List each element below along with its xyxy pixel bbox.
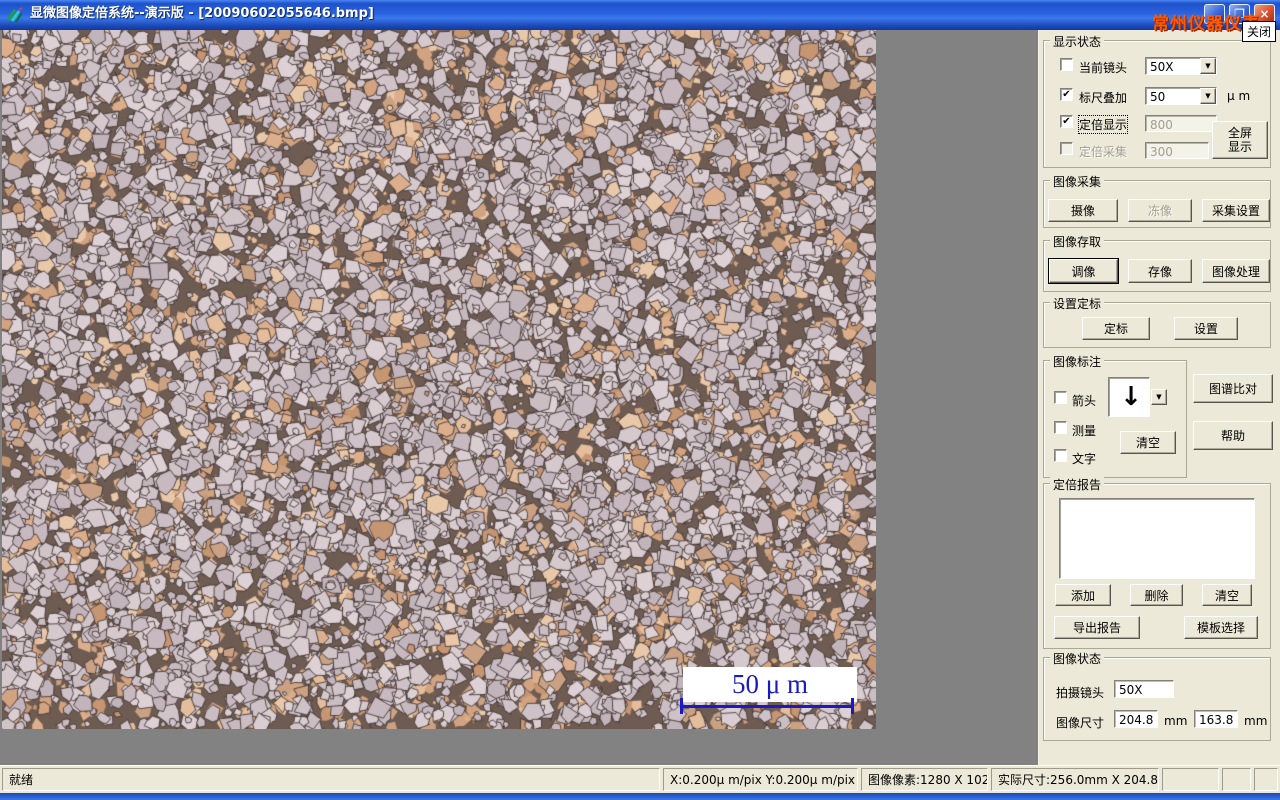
group-title: 图像采集 xyxy=(1050,173,1105,190)
fullscreen-label-line1: 全屏 xyxy=(1227,126,1252,140)
annotation-group: 图像标注 箭头 ↓ ▼ 测量 文字 清空 xyxy=(1043,353,1187,478)
control-panel: 显示状态 当前镜头 50X ▼ ✔ 标尺叠加 50 ▼ μ m ✔ 定倍显示 8… xyxy=(1038,30,1280,765)
atlas-compare-button[interactable]: 图谱比对 xyxy=(1193,374,1273,403)
status-panel-empty xyxy=(1222,768,1251,791)
image-capture-group: 图像采集 摄像 冻像 采集设置 xyxy=(1043,173,1271,228)
image-size-label: 图像尺寸 xyxy=(1056,716,1105,730)
scalebar-tick-left xyxy=(680,698,683,714)
report-listbox[interactable] xyxy=(1059,498,1255,579)
fullscreen-label-line2: 显示 xyxy=(1227,140,1252,154)
chevron-down-icon[interactable]: ▼ xyxy=(1151,389,1167,405)
report-group: 定倍报告 添加 删除 清空 导出报告 模板选择 xyxy=(1043,476,1271,649)
report-add-button[interactable]: 添加 xyxy=(1055,584,1111,606)
fixed-capture-value: 300 xyxy=(1145,142,1209,159)
fixed-capture-checkbox xyxy=(1060,142,1073,155)
report-clear-button[interactable]: 清空 xyxy=(1202,584,1252,606)
chevron-down-icon[interactable]: ▼ xyxy=(1200,58,1216,74)
text-label: 文字 xyxy=(1072,452,1097,466)
arrow-style-combo[interactable]: ↓ ▼ xyxy=(1108,377,1168,419)
scalebar-text: 50 μ m xyxy=(732,669,808,699)
ruler-overlay-label: 标尺叠加 xyxy=(1079,91,1128,105)
ruler-overlay-checkbox[interactable]: ✔ xyxy=(1060,88,1073,101)
scalebar-tick-right xyxy=(851,698,854,714)
app-icon xyxy=(6,7,23,23)
save-image-button[interactable]: 存像 xyxy=(1128,259,1192,283)
calibrate-button[interactable]: 定标 xyxy=(1082,317,1150,340)
status-actual-size: 实际尺寸:256.0mm X 204.8mm xyxy=(991,768,1159,791)
fixed-display-label: 定倍显示 xyxy=(1077,115,1129,134)
report-delete-button[interactable]: 删除 xyxy=(1130,584,1183,606)
lens-combo[interactable]: 50X ▼ xyxy=(1145,57,1217,75)
help-button[interactable]: 帮助 xyxy=(1193,421,1273,450)
client-area: 50 μ m 显示状态 当前镜头 50X ▼ ✔ 标尺叠加 50 ▼ μ m ✔… xyxy=(0,30,1280,765)
measure-checkbox[interactable] xyxy=(1054,421,1067,434)
width-unit-label: mm xyxy=(1164,714,1188,728)
chevron-down-icon[interactable]: ▼ xyxy=(1200,88,1216,104)
current-lens-label: 当前镜头 xyxy=(1079,61,1128,75)
image-status-group: 图像状态 拍摄镜头 50X 图像尺寸 204.8 mm 163.8 mm xyxy=(1043,650,1271,741)
measure-label: 测量 xyxy=(1072,424,1097,438)
image-viewer: 50 μ m xyxy=(2,30,876,729)
ruler-unit-label: μ m xyxy=(1227,89,1251,103)
window-title: 显微图像定倍系统--演示版 - [20090602055646.bmp] xyxy=(30,6,374,21)
ruler-combo[interactable]: 50 ▼ xyxy=(1145,87,1217,105)
image-height-value[interactable]: 163.8 xyxy=(1194,710,1238,728)
template-select-button[interactable]: 模板选择 xyxy=(1184,616,1258,639)
microscope-image xyxy=(2,30,876,729)
current-lens-checkbox[interactable] xyxy=(1060,58,1073,71)
shoot-lens-label: 拍摄镜头 xyxy=(1056,686,1105,700)
status-bar: 就绪 X:0.200μ m/pix Y:0.200μ m/pix 图像像素:12… xyxy=(0,765,1280,793)
fullscreen-button[interactable]: 全屏 显示 xyxy=(1212,121,1268,159)
text-checkbox[interactable] xyxy=(1054,449,1067,462)
window-bottom-border xyxy=(0,793,1280,800)
scalebar-line xyxy=(680,705,854,708)
fixed-display-value: 800 xyxy=(1145,115,1217,132)
calibration-group: 设置定标 定标 设置 xyxy=(1043,295,1271,348)
status-pixel-scale: X:0.200μ m/pix Y:0.200μ m/pix xyxy=(663,768,858,791)
settings-button[interactable]: 设置 xyxy=(1174,317,1238,340)
load-image-button[interactable]: 调像 xyxy=(1049,259,1118,283)
status-panel-empty xyxy=(1254,768,1278,791)
arrow-checkbox[interactable] xyxy=(1054,391,1067,404)
group-title: 图像存取 xyxy=(1050,233,1105,250)
group-title: 定倍报告 xyxy=(1050,476,1105,493)
image-storage-group: 图像存取 调像 存像 图像处理 xyxy=(1043,233,1271,292)
fixed-display-checkbox[interactable]: ✔ xyxy=(1060,115,1073,128)
close-tooltip: 关闭 xyxy=(1242,21,1277,42)
capture-button[interactable]: 摄像 xyxy=(1048,199,1118,222)
status-panel-empty xyxy=(1162,768,1219,791)
shoot-lens-value: 50X xyxy=(1114,680,1174,698)
arrow-label: 箭头 xyxy=(1072,394,1097,408)
display-status-group: 显示状态 当前镜头 50X ▼ ✔ 标尺叠加 50 ▼ μ m ✔ 定倍显示 8… xyxy=(1043,33,1271,168)
clear-annotations-button[interactable]: 清空 xyxy=(1120,431,1176,454)
title-bar: 显微图像定倍系统--演示版 - [20090602055646.bmp] _ ❐… xyxy=(0,0,1280,30)
status-image-pixels: 图像像素:1280 X 1024 xyxy=(861,768,988,791)
export-report-button[interactable]: 导出报告 xyxy=(1054,616,1140,639)
arrow-style-value[interactable]: ↓ xyxy=(1108,377,1150,417)
group-title: 图像标注 xyxy=(1050,353,1105,370)
group-title: 设置定标 xyxy=(1050,295,1105,312)
scalebar-label-box: 50 μ m xyxy=(683,667,857,702)
image-process-button[interactable]: 图像处理 xyxy=(1202,259,1270,283)
capture-settings-button[interactable]: 采集设置 xyxy=(1202,199,1270,222)
fixed-capture-label: 定倍采集 xyxy=(1079,145,1128,159)
application-window: 显微图像定倍系统--演示版 - [20090602055646.bmp] _ ❐… xyxy=(0,0,1280,800)
status-ready: 就绪 xyxy=(2,768,660,791)
freeze-button: 冻像 xyxy=(1128,199,1192,222)
image-width-value[interactable]: 204.8 xyxy=(1114,710,1158,728)
height-unit-label: mm xyxy=(1244,714,1268,728)
group-title: 图像状态 xyxy=(1050,650,1105,667)
group-title: 显示状态 xyxy=(1050,33,1105,50)
